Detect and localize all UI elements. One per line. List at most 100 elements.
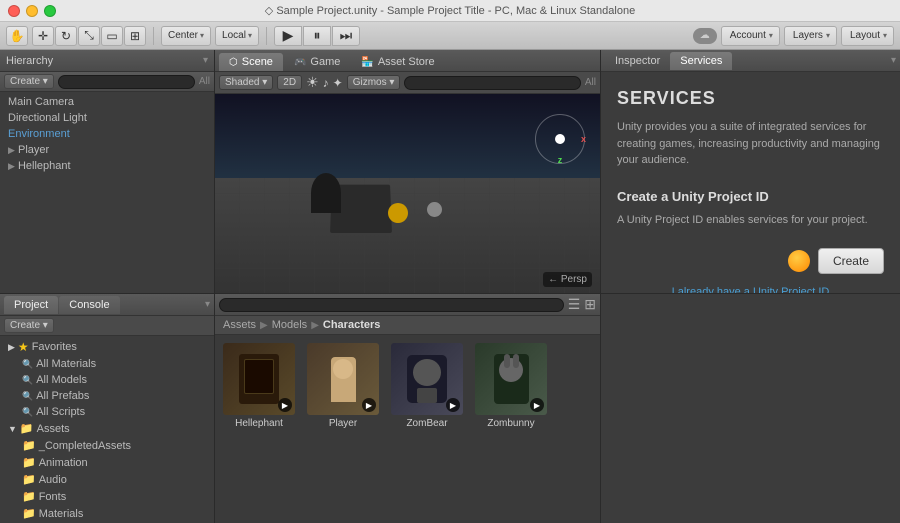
hellephant-name: Hellephant: [235, 418, 283, 429]
asset-item-zombunny[interactable]: ▶ Zombunny: [471, 339, 551, 433]
all-scripts-item[interactable]: 🔍 All Scripts: [0, 404, 214, 420]
asset-search-input[interactable]: [219, 298, 564, 312]
audio-item[interactable]: 📁 Audio: [0, 471, 214, 488]
asset-filter-icon[interactable]: ☰: [568, 296, 581, 313]
right-panel-bottom: [600, 294, 900, 523]
hierarchy-create-button[interactable]: Create ▾: [4, 74, 54, 89]
breadcrumb-assets[interactable]: Assets: [223, 319, 256, 331]
asset-item-zombear[interactable]: ▶ ZomBear: [387, 339, 467, 433]
layers-dropdown[interactable]: Layers ▾: [784, 26, 837, 46]
zombunny-name: Zombunny: [487, 418, 534, 429]
hand-tool-button[interactable]: ✋: [6, 26, 28, 46]
scene-search-input[interactable]: [404, 76, 580, 90]
fonts-item[interactable]: 📁 Fonts: [0, 488, 214, 505]
step-button[interactable]: ⏭: [332, 26, 360, 46]
animation-item[interactable]: 📁 Animation: [0, 454, 214, 471]
mac-window-controls[interactable]: [8, 5, 56, 17]
hierarchy-item-player[interactable]: ▶ Player: [0, 142, 214, 158]
move-tool-button[interactable]: ✛: [32, 26, 54, 46]
hellephant-play-btn[interactable]: ▶: [278, 398, 292, 412]
tab-inspector[interactable]: Inspector: [605, 52, 670, 70]
completed-assets-item[interactable]: 📁 _CompletedAssets: [0, 437, 214, 454]
scene-tab-icon: ⬡: [229, 57, 238, 68]
play-button[interactable]: ▶: [274, 26, 302, 46]
tab-services[interactable]: Services: [670, 52, 732, 70]
zombunny-play-btn[interactable]: ▶: [530, 398, 544, 412]
scene-tab-asset-store[interactable]: 🏪 Asset Store: [351, 53, 444, 71]
zombear-name: ZomBear: [406, 418, 447, 429]
asset-thumb-zombunny: ▶: [475, 343, 547, 415]
gizmos-dropdown[interactable]: Gizmos ▾: [347, 75, 401, 90]
player-play-btn[interactable]: ▶: [362, 398, 376, 412]
audio-icon[interactable]: ♪: [323, 76, 329, 90]
top-area: Hierarchy ▾ Create ▾ All Main Camera Dir…: [0, 50, 900, 293]
assets-header[interactable]: ▼ 📁 Assets: [0, 420, 214, 437]
scene-tab-scene[interactable]: ⬡ Scene: [219, 53, 283, 71]
scene-tab-game[interactable]: 🎮 Game: [284, 53, 350, 71]
transform-tool-button[interactable]: ⊞: [124, 26, 146, 46]
persp-label: ← Persp: [543, 272, 592, 287]
hierarchy-search-input[interactable]: [58, 75, 195, 89]
asset-item-player[interactable]: ▶ Player: [303, 339, 383, 433]
create-button[interactable]: Create: [818, 248, 884, 274]
local-button[interactable]: Local ▾: [215, 26, 259, 46]
project-create-button[interactable]: Create ▾: [4, 318, 54, 333]
sun-icon[interactable]: ☀: [306, 74, 319, 91]
hierarchy-item-directional-light[interactable]: Directional Light: [0, 110, 214, 126]
maximize-button[interactable]: [44, 5, 56, 17]
favorites-header[interactable]: ▶ ★ Favorites: [0, 338, 214, 356]
asset-grid-icon[interactable]: ⊞: [584, 296, 596, 313]
tab-console[interactable]: Console: [59, 296, 119, 314]
search-icon-materials: 🔍: [22, 359, 33, 370]
hierarchy-item-hellephant[interactable]: ▶ Hellephant: [0, 158, 214, 174]
favorites-star-icon: ★: [18, 340, 29, 354]
minimize-button[interactable]: [26, 5, 38, 17]
2d-button[interactable]: 2D: [277, 75, 302, 90]
rect-tool-button[interactable]: ▭: [101, 26, 123, 46]
pause-button[interactable]: ⏸: [303, 26, 331, 46]
all-materials-item[interactable]: 🔍 All Materials: [0, 356, 214, 372]
fx-icon[interactable]: ✦: [333, 76, 343, 90]
gizmo-center-dot: [555, 134, 565, 144]
hierarchy-title: Hierarchy: [6, 55, 53, 67]
layers-arrow-icon: ▾: [826, 31, 830, 40]
asset-item-hellephant[interactable]: ▶ Hellephant: [219, 339, 299, 433]
gizmo-z-label: z: [558, 155, 563, 165]
account-arrow-icon: ▾: [769, 31, 773, 40]
tab-project[interactable]: Project: [4, 296, 58, 314]
zombear-play-btn[interactable]: ▶: [446, 398, 460, 412]
materials-label: Materials: [39, 508, 84, 520]
scene-view[interactable]: x z ← Persp: [215, 94, 600, 293]
shaded-dropdown[interactable]: Shaded ▾: [219, 75, 273, 90]
hierarchy-item-main-camera[interactable]: Main Camera: [0, 94, 214, 110]
toolbar-right: ☁ Account ▾ Layers ▾ Layout ▾: [693, 26, 894, 46]
project-collapse-icon[interactable]: ▾: [205, 299, 210, 310]
center-button[interactable]: Center ▾: [161, 26, 211, 46]
player-foldout-arrow: ▶: [8, 145, 15, 155]
inspector-collapse-icon[interactable]: ▾: [891, 55, 896, 66]
assets-label: Assets: [37, 423, 70, 435]
transform-gizmo: x z: [535, 114, 585, 164]
account-dropdown[interactable]: Account ▾: [721, 26, 780, 46]
local-arrow-icon: ▾: [248, 31, 252, 40]
breadcrumb-models[interactable]: Models: [272, 319, 307, 331]
all-prefabs-item[interactable]: 🔍 All Prefabs: [0, 388, 214, 404]
hierarchy-collapse-icon[interactable]: ▾: [203, 55, 208, 66]
scale-tool-button[interactable]: ⤡: [78, 26, 100, 46]
materials-item[interactable]: 📁 Materials: [0, 505, 214, 522]
player-preview: [331, 357, 356, 402]
close-button[interactable]: [8, 5, 20, 17]
rotate-tool-button[interactable]: ↻: [55, 26, 77, 46]
hierarchy-item-environment[interactable]: Environment: [0, 126, 214, 142]
zombear-body: [417, 388, 437, 403]
game-tab-icon: 🎮: [294, 57, 306, 68]
materials-folder-icon: 📁: [22, 507, 36, 520]
scene-all-label: All: [585, 77, 596, 88]
hellephant-preview: [239, 354, 279, 404]
fonts-folder-icon: 📁: [22, 490, 36, 503]
all-scripts-label: All Scripts: [36, 406, 85, 418]
hierarchy-header: Hierarchy ▾: [0, 50, 214, 72]
services-description: Unity provides you a suite of integrated…: [617, 119, 884, 169]
all-models-item[interactable]: 🔍 All Models: [0, 372, 214, 388]
layout-dropdown[interactable]: Layout ▾: [841, 26, 894, 46]
